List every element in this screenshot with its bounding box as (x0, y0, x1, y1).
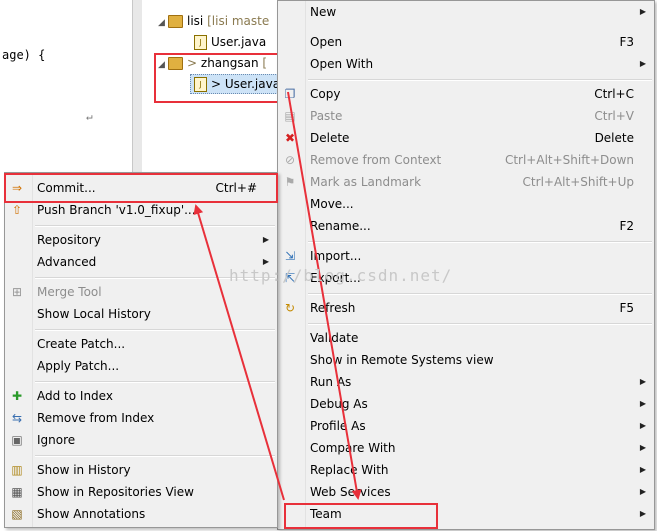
watermark: http://blog.csdn.net/ (229, 266, 453, 285)
arrow-to-commit (193, 204, 285, 501)
arrow-to-team (287, 91, 362, 500)
